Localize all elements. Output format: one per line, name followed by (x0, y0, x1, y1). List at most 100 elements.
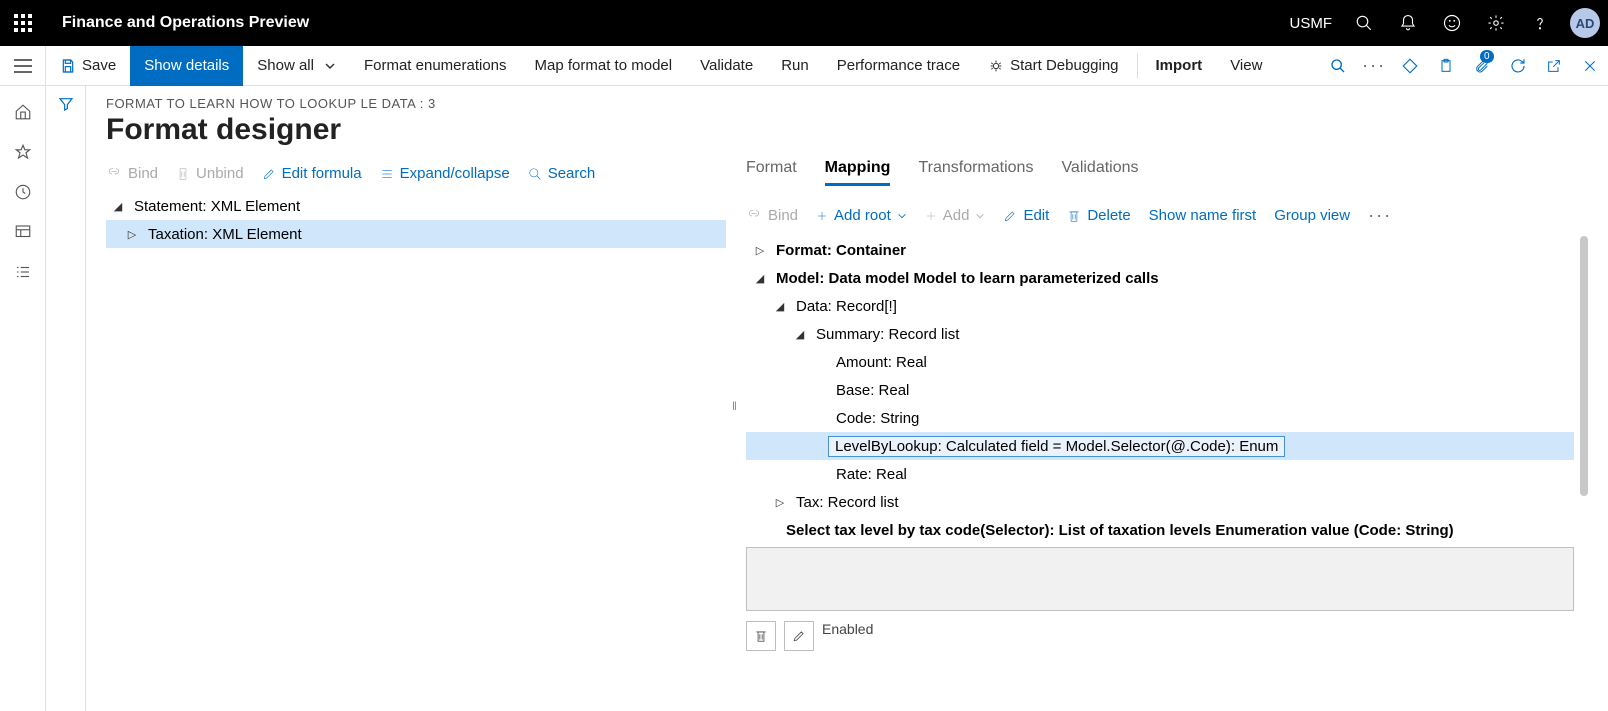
help-icon[interactable] (1518, 0, 1562, 46)
breadcrumb: FORMAT TO LEARN HOW TO LOOKUP LE DATA : … (106, 96, 1588, 111)
save-label: Save (82, 57, 116, 74)
app-launcher-icon[interactable] (0, 0, 46, 46)
workspaces-icon[interactable] (0, 212, 46, 252)
map-node-summary[interactable]: ◢Summary: Record list (746, 320, 1574, 348)
edit-button[interactable]: Edit (1003, 207, 1049, 224)
map-node-rate[interactable]: Rate: Real (746, 460, 1574, 488)
delete-button[interactable]: Delete (1067, 207, 1130, 224)
clock-icon[interactable] (0, 172, 46, 212)
collapse-icon[interactable]: ◢ (792, 328, 808, 341)
clipboard-icon[interactable] (1428, 46, 1464, 86)
search-button[interactable]: Search (528, 165, 596, 182)
group-view-button[interactable]: Group view (1274, 207, 1350, 224)
tree-node-taxation[interactable]: ▷ Taxation: XML Element (106, 220, 726, 248)
filter-icon[interactable] (58, 96, 74, 711)
tree-node-statement[interactable]: ◢ Statement: XML Element (106, 192, 726, 220)
expand-collapse-button[interactable]: Expand/collapse (380, 165, 510, 182)
view-button[interactable]: View (1216, 46, 1276, 86)
more-mapping-icon[interactable]: ··· (1368, 205, 1392, 226)
edit-small-button[interactable] (784, 621, 814, 651)
scrollbar[interactable] (1580, 236, 1588, 496)
home-icon[interactable] (0, 92, 46, 132)
hamburger-icon[interactable] (0, 46, 46, 85)
expand-icon[interactable]: ▷ (772, 496, 788, 509)
close-icon[interactable] (1572, 46, 1608, 86)
diamond-icon[interactable] (1392, 46, 1428, 86)
start-debugging-label: Start Debugging (1010, 57, 1118, 74)
user-avatar[interactable]: AD (1570, 8, 1600, 38)
map-format-to-model-button[interactable]: Map format to model (521, 46, 687, 86)
map-node-code[interactable]: Code: String (746, 404, 1574, 432)
edit-formula-button[interactable]: Edit formula (262, 165, 362, 182)
map-node-data[interactable]: ◢Data: Record[!] (746, 292, 1574, 320)
collapse-icon[interactable]: ◢ (772, 300, 788, 313)
performance-trace-button[interactable]: Performance trace (823, 46, 974, 86)
search-icon[interactable] (1342, 0, 1386, 46)
tab-transformations[interactable]: Transformations (918, 159, 1033, 186)
expand-icon[interactable]: ▷ (124, 228, 140, 241)
start-debugging-button[interactable]: Start Debugging (974, 46, 1132, 86)
map-node-format[interactable]: ▷Format: Container (746, 236, 1574, 264)
add-root-label: Add root (834, 207, 891, 224)
map-node-amount[interactable]: Amount: Real (746, 348, 1574, 376)
map-node-tax[interactable]: ▷Tax: Record list (746, 488, 1574, 516)
map-node-label: Model: Data model Model to learn paramet… (768, 270, 1159, 287)
expand-collapse-label: Expand/collapse (400, 165, 510, 182)
formula-display-box[interactable] (746, 547, 1574, 611)
modules-icon[interactable] (0, 252, 46, 292)
show-name-first-button[interactable]: Show name first (1149, 207, 1257, 224)
enabled-label: Enabled (822, 621, 1574, 637)
chevron-down-icon (975, 211, 985, 221)
popout-icon[interactable] (1536, 46, 1572, 86)
search-label: Search (548, 165, 596, 182)
run-button[interactable]: Run (767, 46, 823, 86)
add-label: Add (943, 207, 970, 224)
show-all-button[interactable]: Show all (243, 46, 350, 86)
bind-button: Bind (106, 165, 158, 182)
attachments-icon[interactable]: 0 (1464, 46, 1500, 86)
map-node-model[interactable]: ◢Model: Data model Model to learn parame… (746, 264, 1574, 292)
delete-label: Delete (1087, 207, 1130, 224)
map-node-base[interactable]: Base: Real (746, 376, 1574, 404)
map-node-label: Base: Real (828, 382, 909, 399)
import-button[interactable]: Import (1142, 46, 1217, 86)
map-bind-button: Bind (746, 207, 798, 224)
tab-validations[interactable]: Validations (1061, 159, 1138, 186)
chevron-down-icon (324, 60, 336, 72)
map-bind-label: Bind (768, 207, 798, 224)
debug-icon (988, 58, 1004, 74)
smiley-icon[interactable] (1430, 0, 1474, 46)
more-commands-icon[interactable]: ··· (1356, 46, 1392, 86)
tab-format[interactable]: Format (746, 159, 797, 186)
gear-icon[interactable] (1474, 0, 1518, 46)
show-details-button[interactable]: Show details (130, 46, 243, 86)
search-command-icon[interactable] (1320, 46, 1356, 86)
panel-resize-handle[interactable]: ‖ (732, 399, 735, 413)
map-node-label: Code: String (828, 410, 919, 427)
save-button[interactable]: Save (46, 46, 130, 86)
map-node-label: Summary: Record list (808, 326, 959, 343)
delete-small-button[interactable] (746, 621, 776, 651)
add-root-button[interactable]: Add root (816, 207, 907, 224)
company-code[interactable]: USMF (1280, 15, 1343, 32)
bind-label: Bind (128, 165, 158, 182)
star-icon[interactable] (0, 132, 46, 172)
collapse-icon[interactable]: ◢ (752, 272, 768, 285)
map-node-label: LevelByLookup: Calculated field = Model.… (828, 436, 1285, 457)
refresh-icon[interactable] (1500, 46, 1536, 86)
expand-icon[interactable]: ▷ (752, 244, 768, 257)
map-node-levelbylookup[interactable]: LevelByLookup: Calculated field = Model.… (746, 432, 1574, 460)
collapse-icon[interactable]: ◢ (110, 200, 126, 213)
edit-formula-label: Edit formula (282, 165, 362, 182)
bell-icon[interactable] (1386, 0, 1430, 46)
map-node-label: Tax: Record list (788, 494, 899, 511)
unbind-button: Unbind (176, 165, 244, 182)
app-title: Finance and Operations Preview (46, 14, 325, 32)
edit-label: Edit (1023, 207, 1049, 224)
map-node-label: Format: Container (768, 242, 906, 259)
format-enumerations-button[interactable]: Format enumerations (350, 46, 521, 86)
show-all-label: Show all (257, 57, 314, 74)
validate-button[interactable]: Validate (686, 46, 767, 86)
tab-mapping[interactable]: Mapping (825, 159, 891, 186)
page-title: Format designer (106, 113, 1588, 147)
